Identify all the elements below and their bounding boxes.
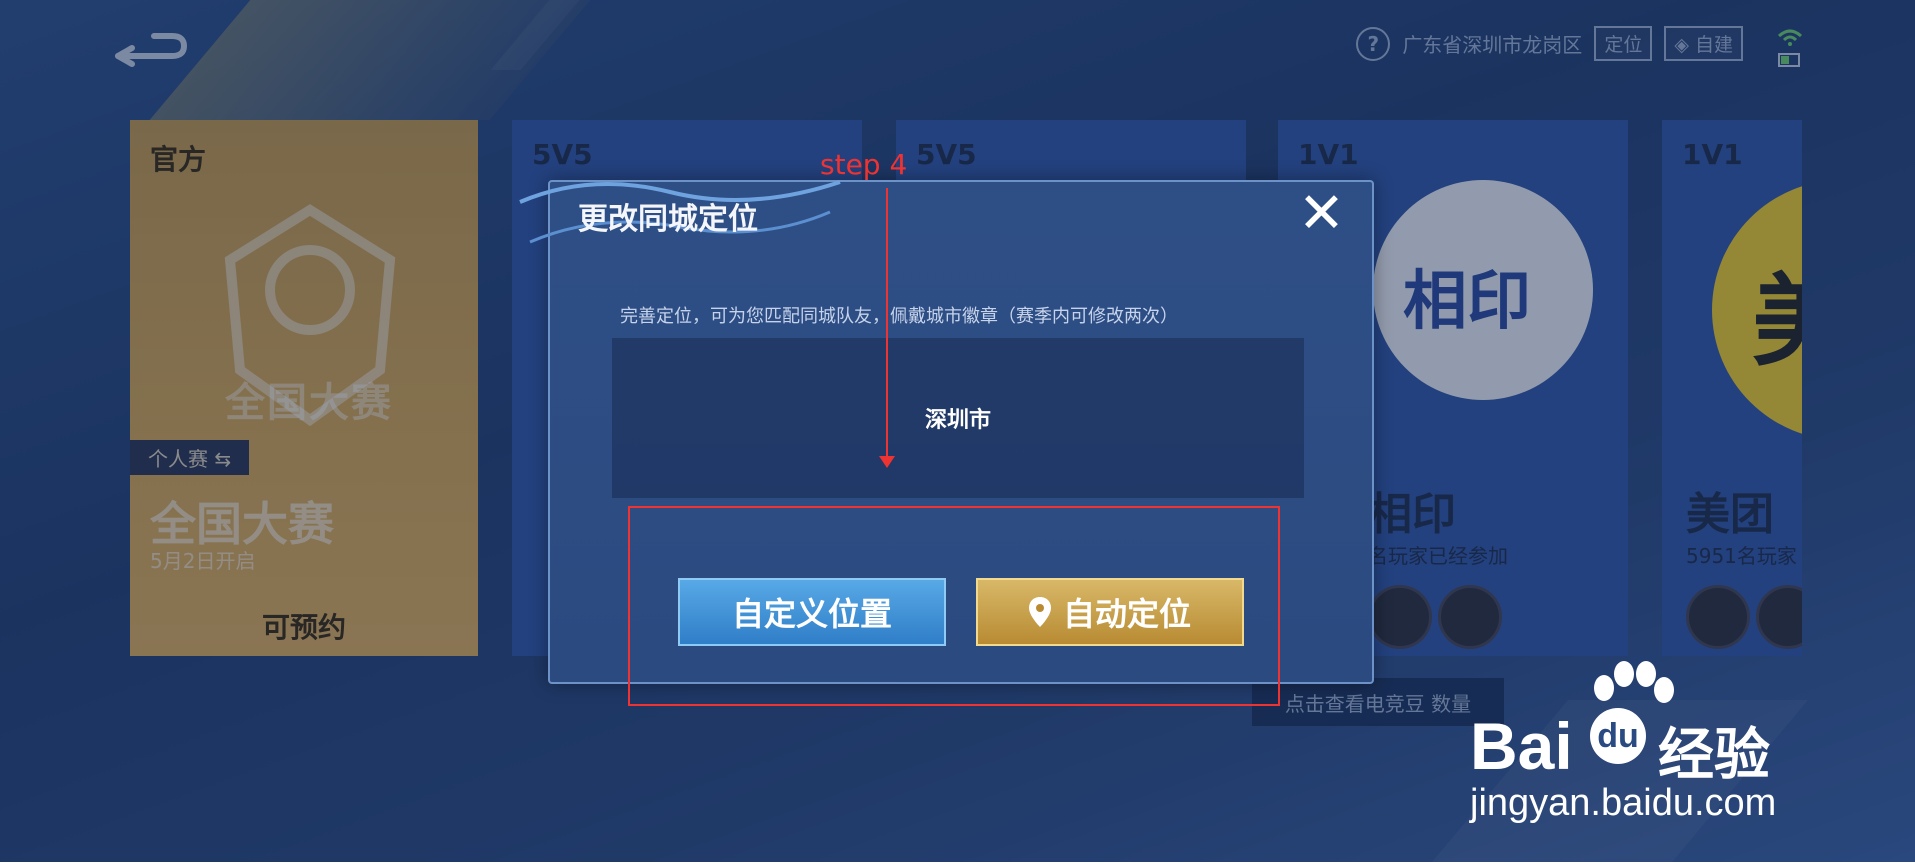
city-display-field: 深圳市	[612, 338, 1304, 498]
city-name: 深圳市	[924, 408, 991, 433]
page: ? 广东省深圳市龙岗区 定位 ◈ 自建 官方 全国大赛 个人赛 ⇆ 全国大赛 5…	[0, 0, 1915, 866]
watermark-du-text: du	[1597, 717, 1639, 755]
annotation-arrow-line	[886, 188, 888, 462]
watermark-brand: Bai	[1470, 709, 1573, 783]
watermark-url: jingyan.baidu.com	[1470, 782, 1777, 824]
annotation-highlight-box	[628, 506, 1280, 706]
watermark-du-badge: du	[1590, 708, 1646, 764]
baidu-jingyan-watermark: Bai du 经验 jingyan.baidu.com	[1470, 660, 1830, 830]
dialog-title: 更改同城定位	[578, 202, 758, 237]
annotation-step-label: step 4	[820, 148, 908, 181]
dialog-description: 完善定位，可为您匹配同城队友，佩戴城市徽章（赛季内可修改两次）	[620, 306, 1178, 327]
watermark-suffix: 经验	[1658, 723, 1770, 788]
annotation-arrow-head	[879, 456, 895, 468]
close-icon[interactable]: ✕	[1298, 186, 1345, 242]
game-lobby-background: ? 广东省深圳市龙岗区 定位 ◈ 自建 官方 全国大赛 个人赛 ⇆ 全国大赛 5…	[0, 0, 1915, 862]
